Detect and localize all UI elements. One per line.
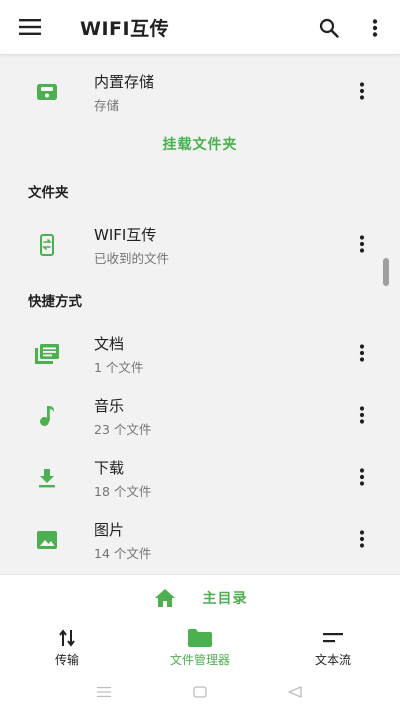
more-vert-icon[interactable] [350,524,374,554]
music-note-icon [34,403,60,429]
shortcut-subtitle: 1 个文件 [94,360,144,375]
storage-title: 内置存储 [94,73,155,91]
documents-icon [34,341,60,367]
storage-subtitle: 存储 [94,98,120,113]
sd-card-icon [34,79,60,105]
home-directory-label[interactable]: 主目录 [203,588,248,608]
shortcut-item-documents[interactable]: 文档 1 个文件 [0,322,400,384]
file-manager-content[interactable]: 内置存储 存储 挂载文件夹 文件夹 WIFI互传 已收到的文件 快捷方式 文档 … [0,54,400,574]
app-bar: WIFI互传 [0,0,400,54]
more-vert-icon[interactable] [350,400,374,430]
scrollbar-thumb[interactable] [383,258,389,286]
nav-label-text-stream: 文本流 [314,653,351,667]
folder-icon [140,628,260,648]
shortcut-subtitle: 14 个文件 [94,546,152,561]
home-button-icon[interactable] [192,684,208,700]
download-icon [34,465,60,491]
menu-icon[interactable] [14,13,46,41]
nav-label-file-manager: 文件管理器 [169,653,230,667]
shortcut-subtitle: 23 个文件 [94,422,152,437]
section-label-folders: 文件夹 [28,185,69,201]
short-text-icon [273,628,393,648]
shortcut-title: 图片 [94,521,125,539]
shortcut-item-downloads[interactable]: 下载 18 个文件 [0,446,400,508]
nav-tab-transfer[interactable]: 传输 [7,628,127,672]
phone-transfer-icon [34,232,60,258]
shortcut-title: 音乐 [94,397,125,415]
folder-title: WIFI互传 [94,226,157,244]
nav-label-transfer: 传输 [54,653,79,667]
recents-icon[interactable] [96,684,112,700]
home-directory-bar[interactable]: 主目录 [0,574,400,620]
shortcut-subtitle: 18 个文件 [94,484,152,499]
more-vert-icon[interactable] [350,76,374,106]
shortcut-item-images[interactable]: 图片 14 个文件 [0,508,400,570]
mount-folder-link[interactable]: 挂载文件夹 [0,134,400,154]
search-icon[interactable] [314,13,344,43]
folder-item-wifi-transfer[interactable]: WIFI互传 已收到的文件 [0,213,400,275]
nav-tab-file-manager[interactable]: 文件管理器 [140,628,260,672]
swap-vert-icon [7,628,127,648]
back-icon[interactable] [287,684,303,700]
shortcut-title: 下载 [94,459,125,477]
more-vert-icon[interactable] [362,13,388,43]
shortcut-item-music[interactable]: 音乐 23 个文件 [0,384,400,446]
shortcut-title: 文档 [94,335,125,353]
folder-subtitle: 已收到的文件 [94,251,170,266]
more-vert-icon[interactable] [350,338,374,368]
more-vert-icon[interactable] [350,229,374,259]
section-label-shortcuts: 快捷方式 [28,294,82,310]
image-icon [34,527,60,553]
system-navigation-bar [0,674,400,711]
home-icon[interactable] [153,586,177,610]
bottom-navigation: 传输 文件管理器 文本流 [0,620,400,674]
storage-item-internal[interactable]: 内置存储 存储 [0,60,400,122]
app-title: WIFI互传 [80,18,170,40]
nav-tab-text-stream[interactable]: 文本流 [273,628,393,672]
more-vert-icon[interactable] [350,462,374,492]
